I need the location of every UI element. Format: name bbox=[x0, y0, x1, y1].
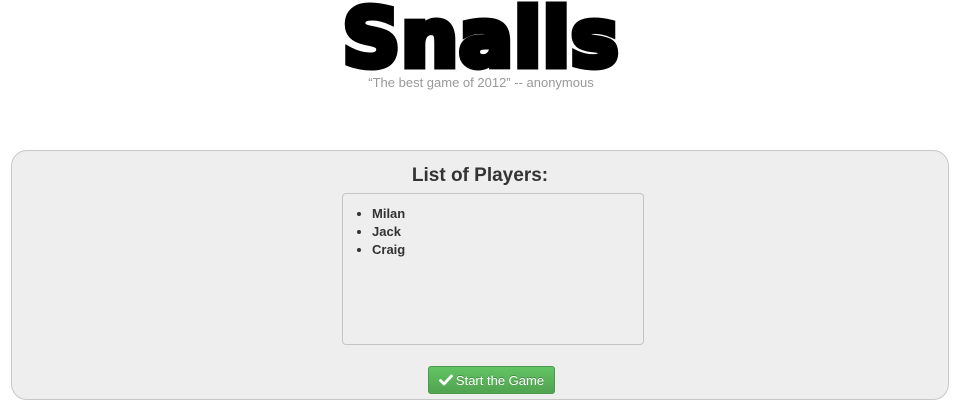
check-icon bbox=[439, 374, 453, 386]
logo: Snails bbox=[339, 0, 622, 87]
panel-title: List of Players: bbox=[411, 165, 549, 186]
players-panel: List of Players: Milan Jack Craig Start … bbox=[11, 150, 949, 400]
list-item: Jack bbox=[372, 223, 643, 241]
start-game-button[interactable]: Start the Game bbox=[428, 366, 555, 394]
start-game-label: Start the Game bbox=[455, 372, 545, 388]
players-list-box: Milan Jack Craig bbox=[342, 193, 644, 345]
players-list: Milan Jack Craig bbox=[343, 194, 643, 259]
list-item: Craig bbox=[372, 241, 643, 259]
tagline: “The best game of 2012” -- anonymous bbox=[368, 75, 594, 90]
list-item: Milan bbox=[372, 205, 643, 223]
page: Snails “The best game of 2012” -- anonym… bbox=[0, 0, 962, 413]
